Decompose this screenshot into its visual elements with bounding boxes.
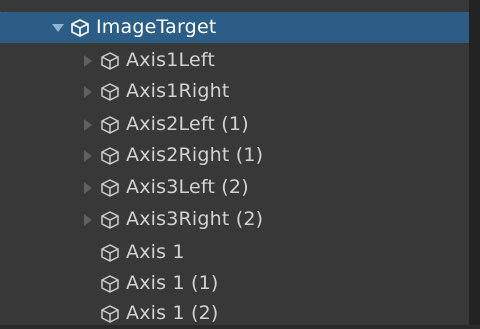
cube-icon: [70, 18, 90, 38]
hierarchy-item-axis2right[interactable]: Axis2Right (1): [0, 140, 469, 171]
hierarchy-item-label: Axis2Left (1): [126, 113, 249, 135]
cube-icon: [100, 115, 120, 135]
hierarchy-item-label: Axis3Left (2): [126, 176, 249, 198]
expand-arrow-right-icon[interactable]: [80, 180, 96, 196]
expand-arrow-right-icon[interactable]: [80, 84, 96, 100]
hierarchy-item-axis3right[interactable]: Axis3Right (2): [0, 204, 469, 235]
expand-arrow-right-icon[interactable]: [80, 53, 96, 69]
hierarchy-item-label: Axis 1 (1): [126, 272, 219, 294]
hierarchy-item-axis1left[interactable]: Axis1Left: [0, 45, 469, 76]
hierarchy-item-axis3left[interactable]: Axis3Left (2): [0, 172, 469, 203]
panel-right-edge: [469, 0, 480, 329]
hierarchy-item-axis-1-1[interactable]: Axis 1 (1): [0, 268, 469, 299]
hierarchy-panel: ImageTarget Axis1Left Axis1Right Axis2Le…: [0, 0, 480, 329]
hierarchy-item-label: Axis 1: [126, 241, 185, 263]
cube-icon: [100, 82, 120, 102]
hierarchy-item-imagetarget[interactable]: ImageTarget: [0, 12, 469, 43]
hierarchy-item-label: Axis1Right: [126, 80, 230, 102]
hierarchy-item-label: Axis3Right (2): [126, 208, 264, 230]
cube-icon: [100, 210, 120, 230]
hierarchy-item-axis1right[interactable]: Axis1Right: [0, 76, 469, 107]
cube-icon: [100, 243, 120, 263]
hierarchy-item-label: Axis2Right (1): [126, 144, 264, 166]
cube-icon: [100, 304, 120, 324]
hierarchy-item-label: Axis1Left: [126, 49, 216, 71]
cube-icon: [100, 274, 120, 294]
hierarchy-item-label: ImageTarget: [96, 16, 217, 38]
hierarchy-item-axis2left[interactable]: Axis2Left (1): [0, 109, 469, 140]
cube-icon: [100, 51, 120, 71]
expand-arrow-right-icon[interactable]: [80, 117, 96, 133]
panel-bottom-edge: [0, 325, 480, 329]
expand-arrow-right-icon[interactable]: [80, 212, 96, 228]
cube-icon: [100, 178, 120, 198]
expand-arrow-down-icon[interactable]: [50, 20, 66, 36]
hierarchy-item-axis-1[interactable]: Axis 1: [0, 237, 469, 268]
cube-icon: [100, 146, 120, 166]
expand-arrow-right-icon[interactable]: [80, 148, 96, 164]
